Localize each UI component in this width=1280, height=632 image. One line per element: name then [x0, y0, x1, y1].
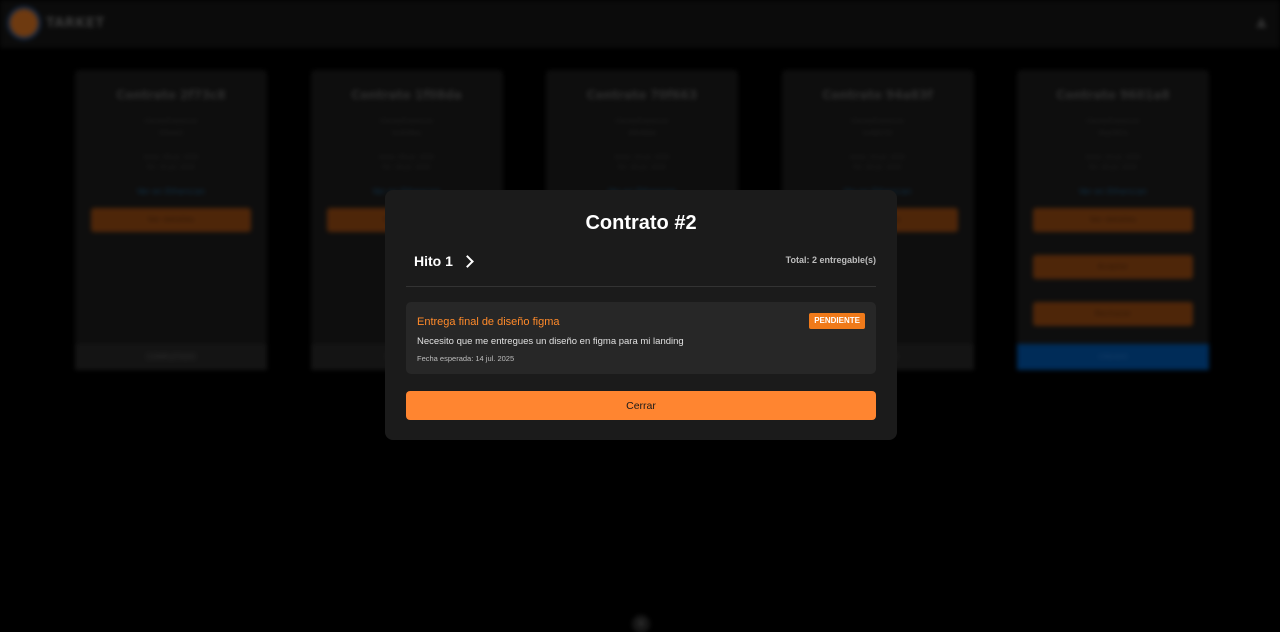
- deliverable-description: Necesito que me entregues un diseño en f…: [417, 336, 684, 347]
- deliverables-total: Total: 2 entregable(s): [785, 255, 876, 265]
- contract-modal: Contrato #2 Hito 1 Total: 2 entregable(s…: [385, 190, 897, 440]
- modal-title: Contrato #2: [585, 212, 697, 234]
- chevron-right-icon: [461, 254, 474, 268]
- deliverable-date: Fecha esperada: 14 jul. 2025: [417, 354, 515, 363]
- close-button[interactable]: Cerrar: [406, 391, 876, 420]
- deliverable-card: Entrega final de diseño figma PENDIENTE …: [406, 302, 876, 374]
- milestone-selector[interactable]: Hito 1: [414, 253, 474, 269]
- status-badge: PENDIENTE: [809, 313, 865, 329]
- divider: [406, 286, 876, 287]
- milestone-label: Hito 1: [414, 253, 453, 269]
- deliverable-title: Entrega final de diseño figma: [417, 316, 560, 328]
